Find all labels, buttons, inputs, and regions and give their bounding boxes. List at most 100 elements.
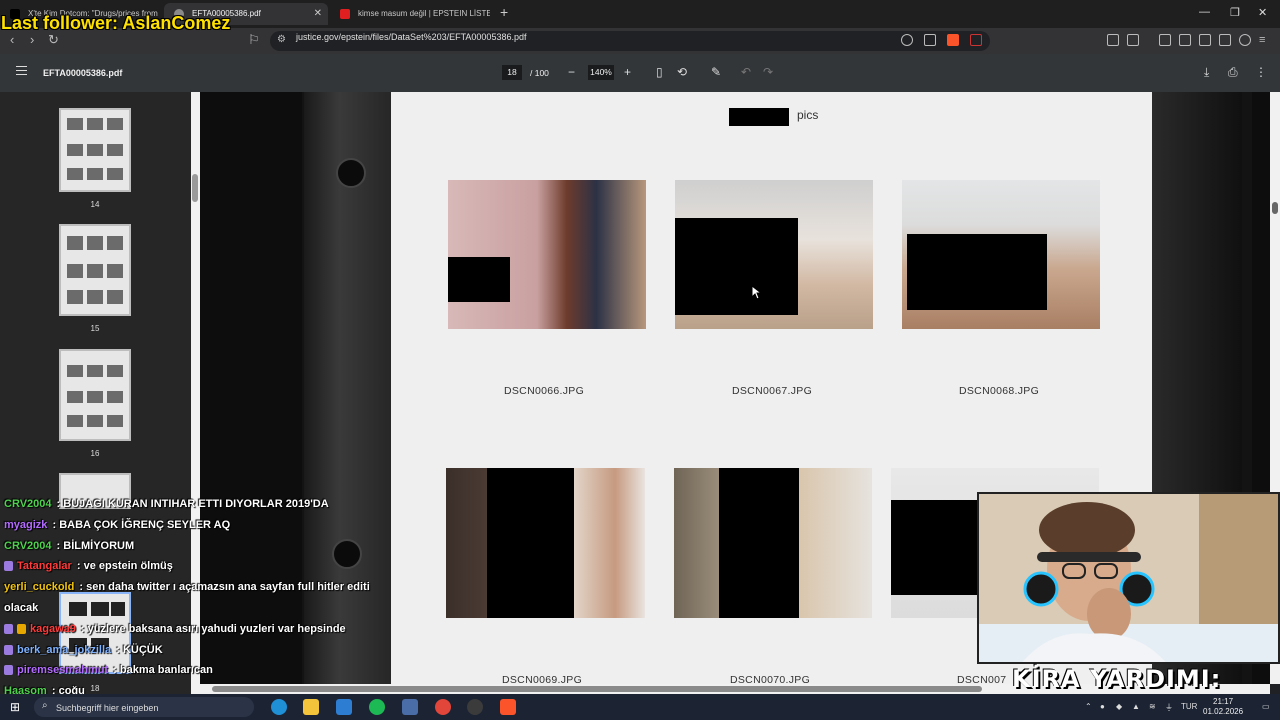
- music-icon[interactable]: [1159, 34, 1171, 46]
- thumbnail-image: [87, 144, 103, 156]
- back-icon[interactable]: ‹: [10, 32, 14, 47]
- photo-dscn0069: [446, 468, 645, 618]
- chat-message: CRV2004 : BUJAGI KURAN INTIHAR ETTI DIYO…: [4, 494, 384, 515]
- brave-shield-icon[interactable]: [947, 34, 959, 46]
- thumbnail-page-15[interactable]: [59, 224, 131, 316]
- chat-message: olacak: [4, 598, 384, 619]
- chat-separator: :: [53, 539, 64, 552]
- windows-start-icon[interactable]: ⊞: [10, 700, 20, 714]
- redo-icon[interactable]: ↷: [763, 65, 773, 79]
- zoom-in-icon[interactable]: +: [624, 65, 631, 79]
- obs-icon[interactable]: [467, 699, 483, 715]
- fit-page-icon[interactable]: ▯: [656, 65, 663, 79]
- thumbnail-image: [87, 391, 103, 403]
- redaction-box: [729, 108, 789, 126]
- chat-username: berk_ama_jokzilla: [17, 643, 112, 656]
- tab-label: kimse masum değil | EPSTEIN LİSTESİ: [358, 9, 490, 18]
- tray-chevron-icon[interactable]: ⌃: [1085, 702, 1092, 711]
- extensions-icon[interactable]: [1107, 34, 1119, 46]
- chat-message: myagizk : BABA ÇOK İĞRENÇ SEYLER AQ: [4, 515, 384, 536]
- calculator-icon[interactable]: [402, 699, 418, 715]
- chrome-icon[interactable]: [435, 699, 451, 715]
- maximize-button[interactable]: ❐: [1230, 6, 1240, 19]
- chat-username: Tatangalar: [17, 560, 72, 573]
- leo-icon[interactable]: [1219, 34, 1231, 46]
- chat-text: BUJAGI KURAN INTIHAR ETTI DIYORLAR 2019'…: [63, 498, 329, 510]
- wallet-icon[interactable]: [1199, 34, 1211, 46]
- thumbnail-image: [107, 264, 123, 278]
- bookmark-icon[interactable]: ⚐: [248, 32, 260, 48]
- tab-youtube[interactable]: kimse masum değil | EPSTEIN LİSTESİ: [330, 3, 490, 25]
- site-info-icon[interactable]: ⚙: [277, 34, 286, 45]
- tray-app-icon[interactable]: ◆: [1116, 702, 1122, 711]
- sidebar-icon[interactable]: [1179, 34, 1191, 46]
- forward-icon[interactable]: ›: [30, 32, 34, 47]
- thumbnail-label: 14: [90, 200, 100, 209]
- tray-app-icon[interactable]: ●: [1100, 702, 1105, 711]
- annotate-icon[interactable]: ✎: [711, 65, 721, 79]
- thumbnail-image: [107, 415, 123, 427]
- notification-icon[interactable]: ▭: [1262, 702, 1270, 711]
- file-explorer-icon[interactable]: [303, 699, 319, 715]
- print-icon[interactable]: ⎙: [1228, 65, 1238, 80]
- photo-caption: DSCN0066.JPG: [504, 385, 585, 397]
- thumbnail-label: 15: [90, 324, 100, 333]
- thumbnail-image: [67, 415, 83, 427]
- thumbnail-image: [67, 168, 83, 180]
- tray-app-icon[interactable]: ▲: [1132, 702, 1140, 711]
- more-options-icon[interactable]: ⋮: [1255, 65, 1267, 79]
- spotify-icon[interactable]: [369, 699, 385, 715]
- wifi-icon[interactable]: ≋: [1149, 702, 1156, 711]
- page-number-input[interactable]: 18: [502, 65, 522, 80]
- usb-icon[interactable]: ⏚: [1165, 702, 1173, 713]
- binder-hole: [336, 158, 366, 188]
- thumbnail-image: [67, 144, 83, 156]
- chat-message: CRV2004 : BİLMİYORUM: [4, 536, 384, 557]
- taskbar-search-placeholder: Suchbegriff hier eingeben: [56, 703, 159, 713]
- taskbar-clock[interactable]: 21:17 01.02.2026: [1203, 697, 1243, 717]
- store-icon[interactable]: [336, 699, 352, 715]
- download-icon[interactable]: ⤓: [1204, 65, 1209, 80]
- zoom-out-icon[interactable]: −: [568, 65, 575, 79]
- chat-text: KÜÇÜK: [122, 643, 163, 656]
- chat-message: piremsesmahmut : bakma banlarıcan: [4, 660, 384, 681]
- viewer-vertical-scroll-thumb[interactable]: [1272, 202, 1278, 214]
- chat-text: yüzlere baksana asırı yahudi yuzleri var…: [87, 622, 346, 635]
- photo-dscn0068: [902, 180, 1100, 329]
- reload-icon[interactable]: ↻: [48, 32, 59, 48]
- menu-icon[interactable]: [16, 66, 27, 75]
- thumbnail-image: [107, 144, 123, 156]
- mouse-cursor-icon: [751, 285, 761, 300]
- rewards-icon[interactable]: [970, 34, 982, 46]
- rotate-icon[interactable]: ⟲: [677, 65, 687, 79]
- minimize-button[interactable]: —: [1199, 6, 1210, 18]
- close-icon[interactable]: ✕: [314, 3, 322, 25]
- edge-icon[interactable]: [271, 699, 287, 715]
- undo-icon[interactable]: ↶: [741, 65, 751, 79]
- zoom-icon[interactable]: [901, 34, 913, 46]
- last-follower-overlay: Last follower: AslanComez: [1, 13, 231, 33]
- thumbnail-image: [67, 236, 83, 250]
- thumbnail-image: [67, 118, 83, 130]
- clock-time: 21:17: [1213, 697, 1234, 706]
- sidebar-scroll-thumb[interactable]: [192, 174, 198, 202]
- chat-username: kagawa9: [30, 622, 76, 635]
- new-tab-button[interactable]: +: [500, 4, 508, 20]
- thumbnail-image: [87, 264, 103, 278]
- menu-icon[interactable]: ≡: [1259, 34, 1271, 46]
- photo-caption: DSCN0070.JPG: [730, 674, 811, 684]
- vpn-icon[interactable]: [1239, 34, 1251, 46]
- tab-search-icon[interactable]: [1127, 34, 1139, 46]
- zoom-level-input[interactable]: 140%: [588, 65, 614, 80]
- window-close-button[interactable]: ✕: [1258, 6, 1267, 19]
- share-icon[interactable]: [924, 34, 936, 46]
- thumbnail-page-16[interactable]: [59, 349, 131, 441]
- tray-language[interactable]: TUR: [1181, 702, 1197, 711]
- brave-icon[interactable]: [500, 699, 516, 715]
- thumbnail-page-14[interactable]: [59, 108, 131, 192]
- pdf-toolbar: [0, 54, 1280, 92]
- sword-badge-icon: [4, 623, 13, 634]
- thumbnail-image: [107, 365, 123, 377]
- thumbnail-label: 16: [90, 449, 100, 458]
- photo-caption: DSCN007: [957, 674, 1007, 684]
